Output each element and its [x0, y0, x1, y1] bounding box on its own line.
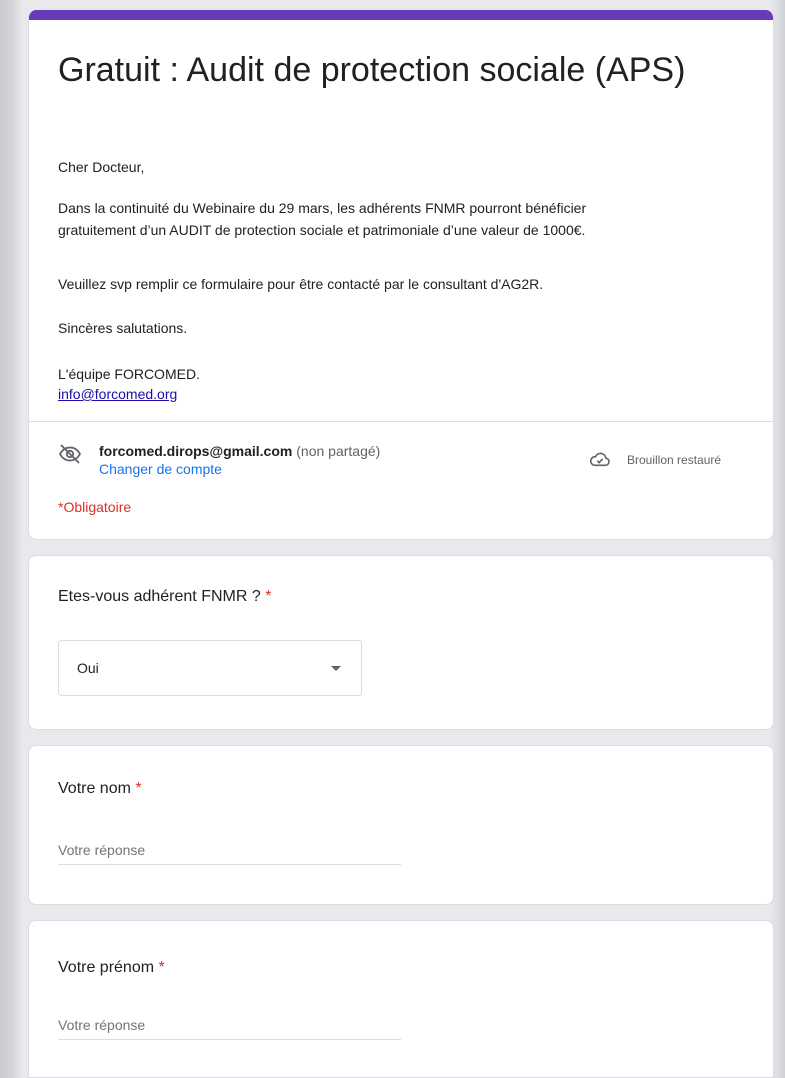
question-title: Etes-vous adhérent FNMR ?: [58, 588, 261, 605]
fnmr-member-dropdown[interactable]: Oui: [58, 640, 362, 696]
contact-email-link[interactable]: info@forcomed.org: [58, 386, 177, 402]
question-label: Votre nom *: [58, 780, 142, 798]
switch-account-link[interactable]: Changer de compte: [99, 461, 222, 477]
question-card-fnmr-member: Etes-vous adhérent FNMR ? * Oui: [28, 555, 774, 730]
question-title: Votre prénom: [58, 959, 155, 976]
description-paragraph-line: gratuitement d’un AUDIT de protection so…: [58, 222, 586, 238]
question-label: Etes-vous adhérent FNMR ? *: [58, 588, 271, 606]
visibility-off-icon: [58, 444, 82, 464]
description-paragraph-line: Dans la continuité du Webinaire du 29 ma…: [58, 200, 587, 216]
description-greeting: Cher Docteur,: [58, 159, 145, 175]
description-signature: L'équipe FORCOMED.: [58, 366, 200, 382]
required-asterisk: *: [265, 588, 272, 605]
question-title: Votre nom: [58, 780, 131, 797]
account-email: forcomed.dirops@gmail.com: [99, 443, 293, 459]
required-asterisk: *: [135, 780, 142, 797]
dropdown-selected-value: Oui: [77, 660, 99, 676]
last-name-input[interactable]: [58, 836, 401, 865]
question-card-last-name: Votre nom *: [28, 745, 774, 905]
required-note: *Obligatoire: [58, 499, 132, 515]
form-title: Gratuit : Audit de protection sociale (A…: [58, 51, 686, 89]
cloud-done-icon: [589, 452, 610, 467]
account-sharing-note: (non partagé): [292, 443, 381, 459]
account-info: forcomed.dirops@gmail.com (non partagé): [99, 441, 380, 461]
draft-status: Brouillon restauré: [627, 453, 722, 467]
question-card-first-name: Votre prénom *: [28, 920, 774, 1078]
header-divider: [29, 421, 773, 422]
description-closing: Sincères salutations.: [58, 320, 188, 336]
arrow-drop-down-icon: [331, 666, 341, 671]
first-name-input[interactable]: [58, 1011, 401, 1040]
description-instructions: Veuillez svp remplir ce formulaire pour …: [58, 276, 544, 292]
form-header-card: Gratuit : Audit de protection sociale (A…: [28, 10, 774, 540]
question-label: Votre prénom *: [58, 959, 165, 977]
required-asterisk: *: [158, 959, 165, 976]
theme-accent-bar: [29, 10, 773, 20]
